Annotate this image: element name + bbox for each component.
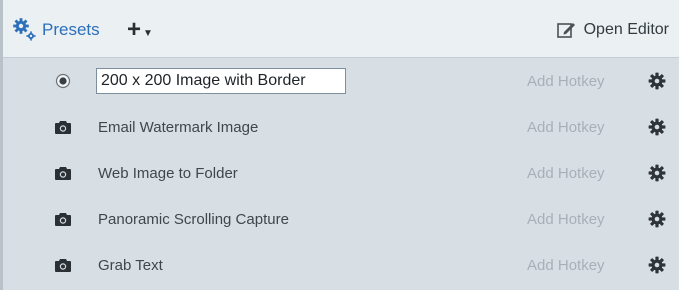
preset-row[interactable]: Add Hotkey [3, 58, 679, 104]
add-preset-button[interactable]: + ▼ [127, 17, 153, 43]
gear-icon[interactable] [647, 255, 667, 275]
chevron-down-icon: ▼ [143, 27, 153, 39]
add-hotkey-link[interactable]: Add Hotkey [527, 211, 605, 228]
preset-name-input[interactable] [96, 68, 346, 94]
open-editor-label: Open Editor [583, 21, 669, 38]
preset-name: Email Watermark Image [98, 118, 259, 136]
add-hotkey-link[interactable]: Add Hotkey [527, 165, 605, 182]
gear-icon[interactable] [647, 209, 667, 229]
presets-button[interactable]: Presets [11, 16, 100, 44]
plus-icon: + [127, 16, 142, 43]
camera-icon [53, 163, 73, 183]
camera-icon [53, 117, 73, 137]
preset-row[interactable]: Panoramic Scrolling Capture Add Hotkey [3, 196, 679, 242]
gear-icon[interactable] [647, 71, 667, 91]
radio-selected-icon [53, 71, 73, 91]
preset-row[interactable]: Web Image to Folder Add Hotkey [3, 150, 679, 196]
open-editor-button[interactable]: Open Editor [556, 18, 669, 42]
camera-icon [53, 209, 73, 229]
gears-icon [11, 16, 39, 44]
preset-name: Grab Text [98, 256, 163, 274]
presets-label: Presets [42, 20, 100, 39]
preset-row[interactable]: Email Watermark Image Add Hotkey [3, 104, 679, 150]
presets-header: Presets + ▼ Open Editor [3, 0, 679, 58]
gear-icon[interactable] [647, 163, 667, 183]
gear-icon[interactable] [647, 117, 667, 137]
presets-panel: Presets + ▼ Open Editor Add HotkeyEmail … [0, 0, 679, 290]
add-hotkey-link[interactable]: Add Hotkey [527, 119, 605, 136]
preset-name: Web Image to Folder [98, 164, 238, 182]
preset-name: Panoramic Scrolling Capture [98, 210, 289, 228]
add-hotkey-link[interactable]: Add Hotkey [527, 257, 605, 274]
camera-icon [53, 255, 73, 275]
preset-row[interactable]: Grab Text Add Hotkey [3, 242, 679, 288]
edit-icon [556, 23, 575, 38]
add-hotkey-link[interactable]: Add Hotkey [527, 73, 605, 90]
